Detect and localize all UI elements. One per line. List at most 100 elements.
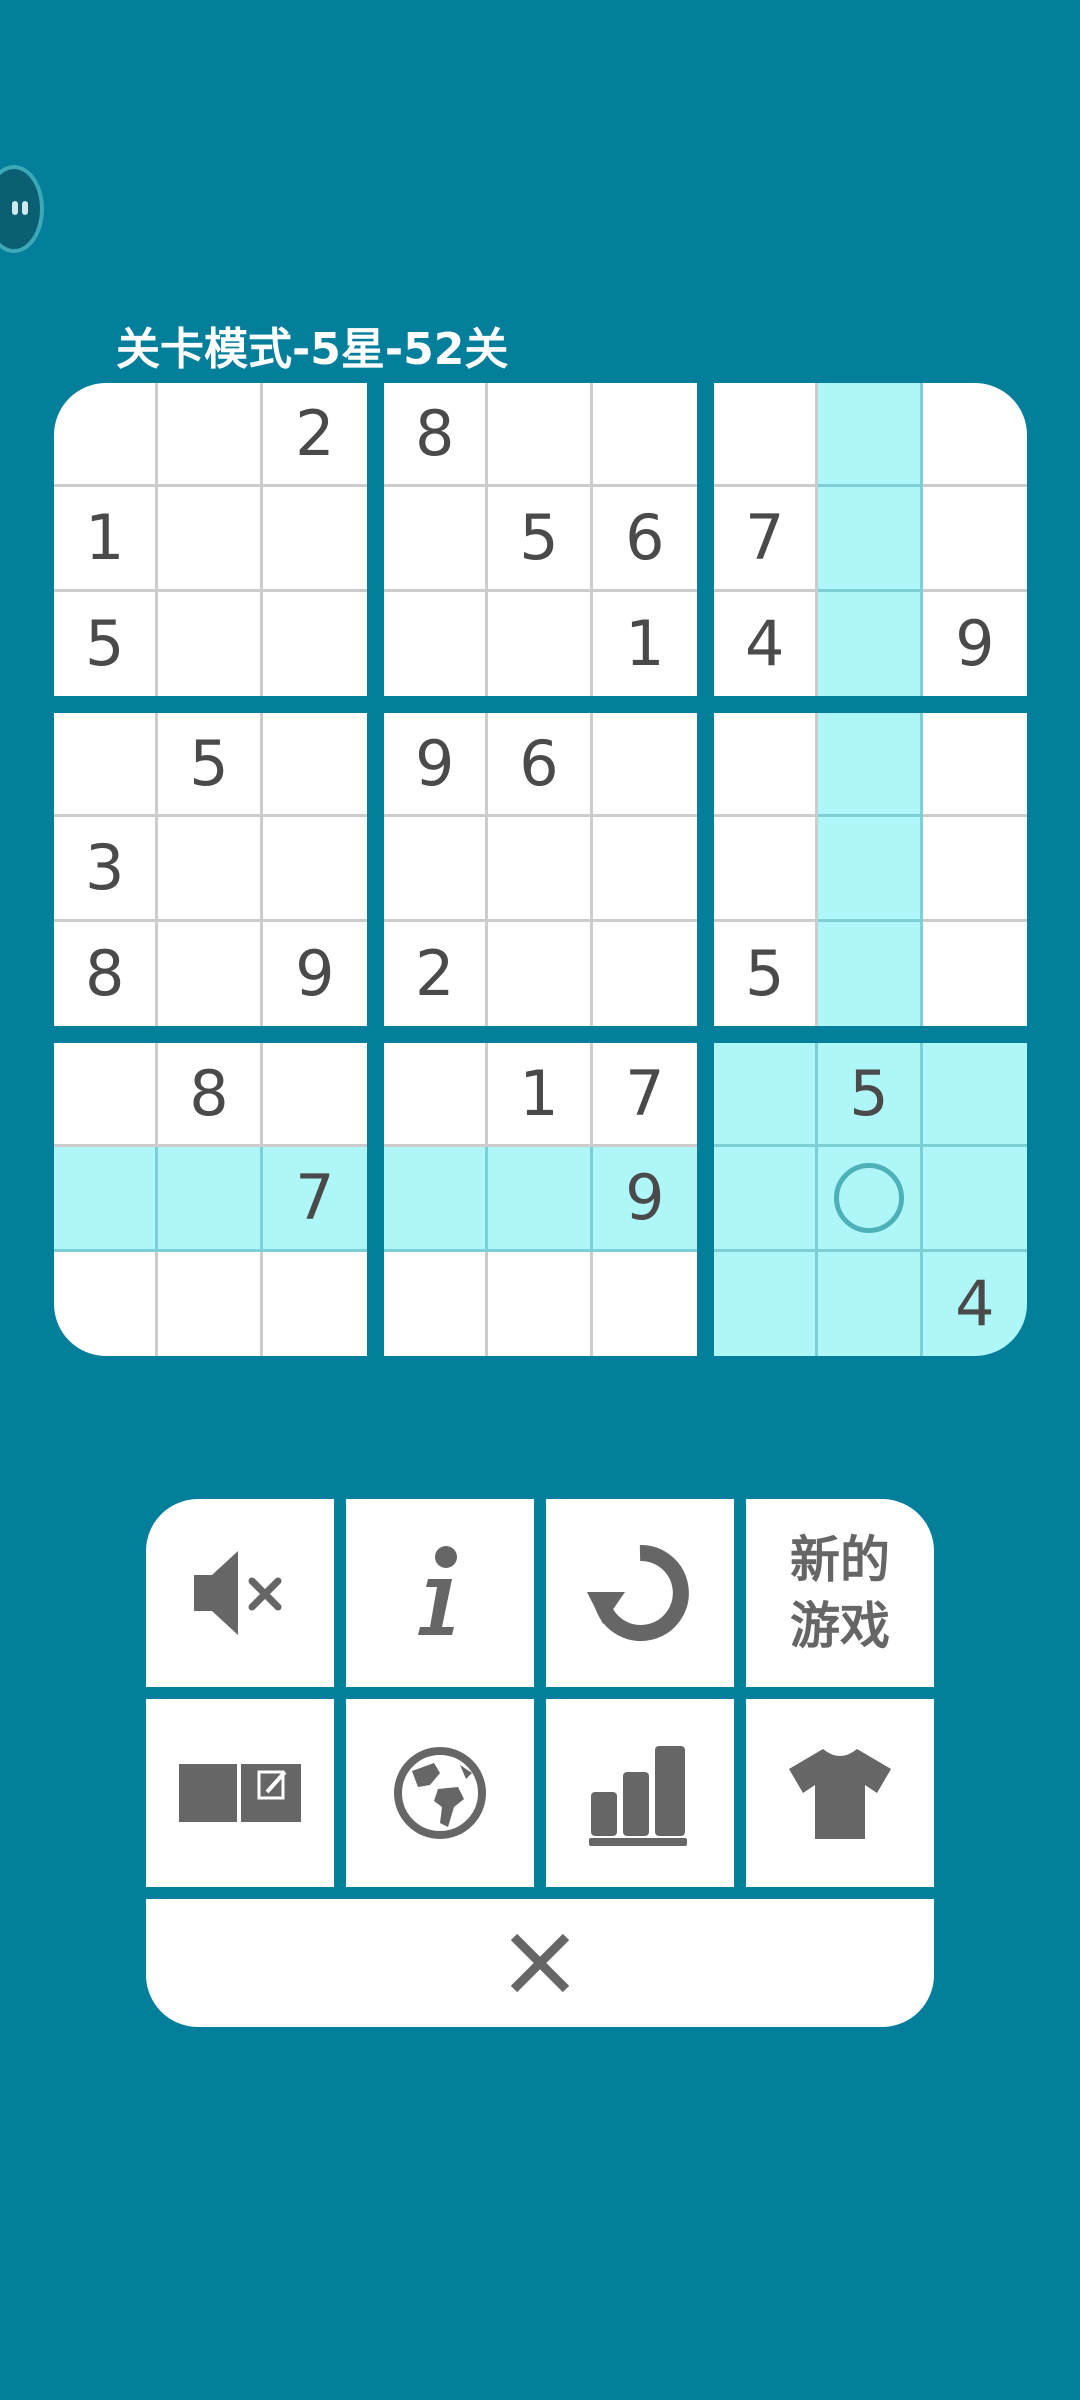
sudoku-cell[interactable]	[158, 1147, 263, 1252]
level-title: 关卡模式-5星-52关	[116, 324, 509, 375]
sudoku-cell[interactable]: 8	[54, 921, 159, 1026]
sudoku-cell[interactable]: 1	[54, 487, 159, 592]
sudoku-cell[interactable]: 1	[592, 591, 697, 696]
sudoku-cell[interactable]	[262, 817, 367, 922]
sudoku-cell[interactable]	[158, 487, 263, 592]
sudoku-cell[interactable]: 2	[384, 921, 489, 1026]
sudoku-cell[interactable]: 7	[262, 1147, 367, 1252]
sudoku-cell[interactable]	[54, 713, 159, 818]
sudoku-cell[interactable]	[922, 817, 1027, 922]
info-button[interactable]	[346, 1499, 534, 1687]
sudoku-cell[interactable]	[714, 1147, 819, 1252]
sudoku-cell[interactable]	[714, 1043, 819, 1148]
sudoku-cell[interactable]	[262, 1043, 367, 1148]
sudoku-cell[interactable]: 8	[158, 1043, 263, 1148]
sudoku-cell[interactable]	[818, 1147, 923, 1252]
sudoku-cell[interactable]: 8	[384, 383, 489, 488]
new-game-label: 新的游戏	[790, 1531, 890, 1655]
sudoku-cell[interactable]: 5	[818, 1043, 923, 1148]
sudoku-cell[interactable]	[922, 1147, 1027, 1252]
sudoku-cell[interactable]	[818, 487, 923, 592]
globe-button[interactable]	[346, 1699, 534, 1887]
new-game-button[interactable]: 新的游戏	[746, 1499, 934, 1687]
sudoku-cell[interactable]	[488, 921, 593, 1026]
sudoku-cell[interactable]: 7	[592, 1043, 697, 1148]
pause-button[interactable]	[0, 165, 44, 253]
sudoku-cell[interactable]	[384, 1147, 489, 1252]
sudoku-cell[interactable]: 5	[54, 591, 159, 696]
sudoku-cell[interactable]	[818, 1251, 923, 1356]
sudoku-cell[interactable]: 4	[714, 591, 819, 696]
sudoku-cell[interactable]	[262, 713, 367, 818]
sudoku-cell[interactable]	[922, 921, 1027, 1026]
sudoku-cell[interactable]	[592, 713, 697, 818]
sudoku-cell[interactable]	[384, 1043, 489, 1148]
sudoku-cell[interactable]	[158, 921, 263, 1026]
sudoku-cell[interactable]	[922, 383, 1027, 488]
sudoku-cell[interactable]	[384, 817, 489, 922]
stats-button[interactable]	[546, 1699, 734, 1887]
sudoku-cell[interactable]	[592, 817, 697, 922]
globe-icon	[394, 1747, 486, 1839]
sudoku-cell[interactable]	[818, 713, 923, 818]
sudoku-cell[interactable]: 5	[488, 487, 593, 592]
sudoku-cell[interactable]	[922, 713, 1027, 818]
sudoku-cell[interactable]	[262, 1251, 367, 1356]
sudoku-cell[interactable]	[488, 1147, 593, 1252]
notes-button[interactable]	[146, 1699, 334, 1887]
sudoku-cell[interactable]	[714, 713, 819, 818]
sudoku-cell[interactable]	[818, 591, 923, 696]
sudoku-cell[interactable]: 6	[592, 487, 697, 592]
sudoku-cell[interactable]	[488, 817, 593, 922]
sudoku-cell[interactable]	[54, 383, 159, 488]
sudoku-cell[interactable]	[158, 591, 263, 696]
sudoku-cell[interactable]: 9	[262, 921, 367, 1026]
sudoku-box: 5	[714, 713, 1027, 1026]
sudoku-cell[interactable]: 3	[54, 817, 159, 922]
sudoku-cell[interactable]	[818, 817, 923, 922]
sudoku-cell[interactable]: 5	[158, 713, 263, 818]
sudoku-box: 749	[714, 383, 1027, 696]
close-button[interactable]	[146, 1899, 934, 2027]
sudoku-cell[interactable]	[714, 817, 819, 922]
sudoku-cell[interactable]	[54, 1251, 159, 1356]
sudoku-cell[interactable]	[714, 1251, 819, 1356]
sudoku-box: 96 2	[384, 713, 697, 1026]
sudoku-cell[interactable]	[262, 487, 367, 592]
theme-button[interactable]	[746, 1699, 934, 1887]
sudoku-cell[interactable]: 4	[922, 1251, 1027, 1356]
sudoku-cell[interactable]	[158, 383, 263, 488]
sudoku-cell[interactable]: 9	[922, 591, 1027, 696]
sudoku-cell[interactable]	[592, 383, 697, 488]
sudoku-cell[interactable]	[384, 591, 489, 696]
sudoku-cell[interactable]	[54, 1043, 159, 1148]
info-icon	[418, 1546, 457, 1635]
sudoku-cell[interactable]	[488, 1251, 593, 1356]
sudoku-cell[interactable]: 2	[262, 383, 367, 488]
sudoku-cell[interactable]	[384, 487, 489, 592]
mute-button[interactable]	[146, 1499, 334, 1687]
sudoku-box: 179	[384, 1043, 697, 1356]
sudoku-cell[interactable]	[54, 1147, 159, 1252]
sudoku-cell[interactable]: 9	[384, 713, 489, 818]
sudoku-cell[interactable]	[158, 1251, 263, 1356]
sudoku-cell[interactable]	[384, 1251, 489, 1356]
sudoku-cell[interactable]	[592, 1251, 697, 1356]
sudoku-cell[interactable]: 7	[714, 487, 819, 592]
sudoku-cell[interactable]	[922, 1043, 1027, 1148]
sudoku-cell[interactable]	[488, 383, 593, 488]
sudoku-cell[interactable]: 9	[592, 1147, 697, 1252]
sudoku-cell[interactable]	[818, 921, 923, 1026]
sudoku-cell[interactable]	[714, 383, 819, 488]
sudoku-cell[interactable]	[158, 817, 263, 922]
sudoku-cell[interactable]	[818, 383, 923, 488]
sudoku-cell[interactable]	[592, 921, 697, 1026]
sudoku-cell[interactable]	[922, 487, 1027, 592]
sudoku-cell[interactable]: 5	[714, 921, 819, 1026]
sudoku-cell[interactable]: 6	[488, 713, 593, 818]
sudoku-cell[interactable]: 1	[488, 1043, 593, 1148]
sudoku-cell[interactable]	[488, 591, 593, 696]
sudoku-box: 54	[714, 1043, 1027, 1356]
sudoku-cell[interactable]	[262, 591, 367, 696]
restart-button[interactable]	[546, 1499, 734, 1687]
